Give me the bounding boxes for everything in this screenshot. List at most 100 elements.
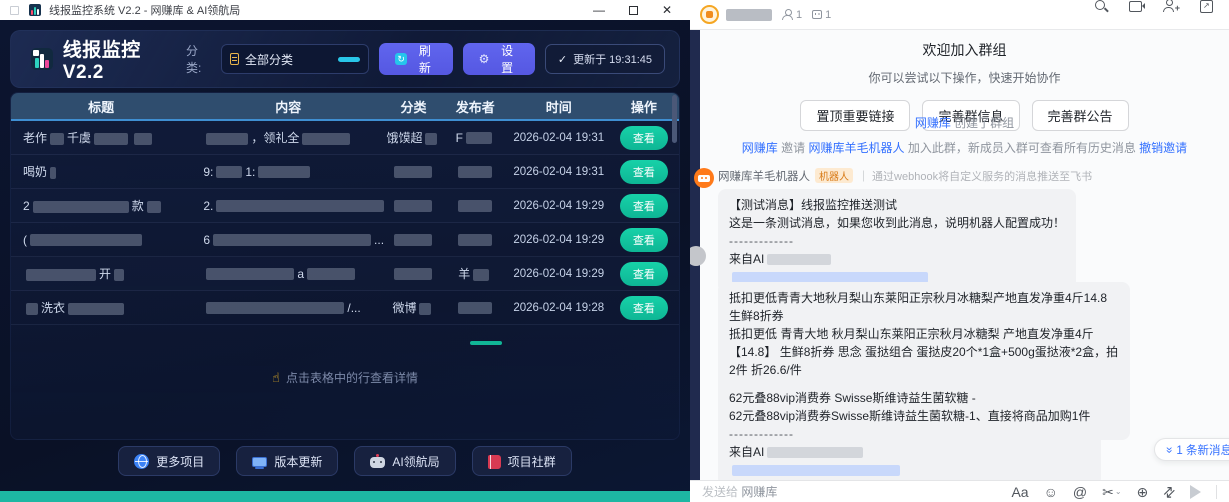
redacted-text — [206, 133, 248, 145]
bot-description: ｜ 通过webhook将自定义服务的消息推送至飞书 — [858, 171, 1092, 183]
table-row[interactable]: 老作千虞，领礼全饿馍超F2026-02-04 19:31查看 — [11, 121, 679, 155]
cell-category — [385, 199, 442, 213]
settings-button[interactable]: ⚙ 设置 — [463, 43, 535, 75]
view-button[interactable]: 查看 — [620, 194, 668, 218]
cell-content: 6... — [191, 233, 385, 247]
message-line: 来自AI — [729, 443, 1090, 461]
link[interactable]: 网赚库羊毛机器人 — [808, 141, 904, 155]
add-member-icon[interactable]: + — [1163, 0, 1180, 14]
taskbar-icon — [10, 6, 19, 15]
search-icon[interactable] — [1093, 0, 1110, 14]
app-header: 线报监控 V2.2 分类: 全部分类 ↻ 刷新 ⚙ 设置 ✓ 更新于 19 — [10, 30, 680, 88]
view-button[interactable]: 查看 — [620, 160, 668, 184]
mention-icon[interactable]: @ — [1073, 484, 1087, 500]
app-icon — [29, 4, 41, 16]
send-icon[interactable] — [1190, 485, 1201, 499]
redacted-text — [216, 166, 242, 178]
text-fragment: 6 — [203, 233, 210, 247]
globe-icon — [134, 454, 149, 469]
footer-button-label: 更多项目 — [156, 453, 204, 470]
cell-action: 查看 — [609, 296, 679, 320]
column-header[interactable]: 发布者 — [442, 97, 509, 116]
font-icon[interactable]: Aa — [1011, 484, 1028, 500]
cell-time: 2026-02-04 19:31 — [509, 132, 609, 144]
footer-button-版本更新[interactable]: 版本更新 — [236, 446, 338, 476]
footer-links: 更多项目 版本更新 AI领航局 项目社群 — [0, 446, 690, 476]
column-header[interactable]: 内容 — [191, 97, 385, 116]
bot-count[interactable]: 1 — [812, 9, 831, 21]
cell-category — [385, 165, 442, 179]
cell-category — [385, 233, 442, 247]
column-header[interactable]: 操作 — [609, 97, 679, 116]
cell-content: 9:1: — [191, 165, 385, 179]
view-button[interactable]: 查看 — [620, 262, 668, 286]
link[interactable]: 撤销邀请 — [1139, 141, 1187, 155]
open-window-icon[interactable] — [1198, 0, 1215, 14]
cell-title: 老作千虞 — [11, 129, 191, 146]
table-scrollbar[interactable] — [672, 95, 677, 143]
expand-icon[interactable]: ⇄ — [1163, 484, 1175, 500]
refresh-button[interactable]: ↻ 刷新 — [379, 43, 452, 75]
footer-button-项目社群[interactable]: 项目社群 — [472, 446, 572, 476]
view-button[interactable]: 查看 — [620, 126, 668, 150]
view-button[interactable]: 查看 — [620, 296, 668, 320]
redacted-text — [213, 234, 371, 246]
footer-button-更多项目[interactable]: 更多项目 — [118, 446, 220, 476]
text-fragment: ( — [23, 233, 27, 247]
text-fragment: F — [456, 131, 463, 145]
column-header[interactable]: 分类 — [385, 97, 442, 116]
group-avatar[interactable] — [700, 5, 719, 24]
member-count[interactable]: 1 — [782, 9, 802, 21]
message-line: 这是一条测试消息，如果您收到此消息，说明机器人配置成功！ — [729, 214, 1065, 232]
emoji-icon[interactable]: ☺ — [1044, 484, 1058, 500]
text-fragment: a — [297, 267, 304, 281]
message-input[interactable]: 发送给 网赚库 — [702, 483, 777, 500]
link[interactable]: 网赚库 — [742, 141, 778, 155]
plus-icon[interactable]: ⊕ — [1137, 484, 1149, 500]
table-row[interactable]: (6...2026-02-04 19:29查看 — [11, 223, 679, 257]
footer-button-label: 项目社群 — [508, 453, 556, 470]
view-button[interactable]: 查看 — [620, 228, 668, 252]
video-call-icon[interactable] — [1128, 0, 1145, 14]
category-select-value: 全部分类 — [245, 51, 293, 68]
cell-publisher — [442, 233, 509, 247]
table-row[interactable]: 喝奶9:1:2026-02-04 19:31查看 — [11, 155, 679, 189]
table-row[interactable]: 开a羊2026-02-04 19:29查看 — [11, 257, 679, 291]
message-line: 抵扣更低青青大地秋月梨山东莱阳正宗秋月冰糖梨产地直发净重4斤14.8生鲜8折券 — [729, 289, 1119, 325]
app-body: 线报监控 V2.2 分类: 全部分类 ↻ 刷新 ⚙ 设置 ✓ 更新于 19 — [0, 20, 690, 502]
column-header[interactable]: 时间 — [509, 97, 609, 116]
close-button[interactable]: ✕ — [662, 4, 672, 16]
redacted-text — [134, 133, 152, 145]
category-select[interactable]: 全部分类 — [221, 44, 369, 74]
table-row[interactable]: 洗衣/...微博2026-02-04 19:28查看 — [11, 291, 679, 325]
redacted-text — [94, 133, 128, 145]
redacted-text — [206, 302, 344, 314]
cell-title: ( — [11, 233, 191, 247]
text-fragment: 来自AI — [729, 252, 764, 266]
cell-action: 查看 — [609, 126, 679, 150]
footer-button-AI领航局[interactable]: AI领航局 — [354, 446, 455, 476]
text-fragment: /... — [347, 301, 360, 315]
scissors-icon[interactable]: ✂⌄ — [1102, 484, 1121, 500]
redacted-text — [466, 132, 492, 144]
minimize-button[interactable]: — — [593, 4, 605, 16]
text-fragment: 【测试消息】线报监控推送测试 — [729, 198, 897, 212]
message-line: 【测试消息】线报监控推送测试 — [729, 196, 1065, 214]
table-hint: ☝点击表格中的行查看详情 — [11, 369, 679, 386]
column-header[interactable]: 标题 — [11, 97, 191, 116]
table-row[interactable]: 2款2.2026-02-04 19:29查看 — [11, 189, 679, 223]
cell-content: /... — [191, 301, 385, 315]
system-text: 加入此群，新成员入群可查看所有历史消息 — [905, 141, 1140, 155]
scissors-icon-glyph: ✂ — [1102, 484, 1114, 500]
bot-icon — [812, 10, 822, 19]
link[interactable]: 网赚库 — [915, 116, 951, 130]
cell-title: 开 — [11, 265, 191, 282]
robot-avatar[interactable] — [694, 168, 714, 188]
maximize-button[interactable] — [629, 6, 638, 15]
message-sender-line: 网赚库羊毛机器人机器人｜ 通过webhook将自定义服务的消息推送至飞书 — [718, 168, 1092, 184]
message-line: 来自AI — [729, 250, 1065, 268]
status-strip — [0, 491, 690, 502]
new-message-pill[interactable]: « 1 条新消息 — [1154, 438, 1229, 461]
redacted-text — [458, 302, 492, 314]
refresh-icon: ↻ — [395, 53, 407, 65]
